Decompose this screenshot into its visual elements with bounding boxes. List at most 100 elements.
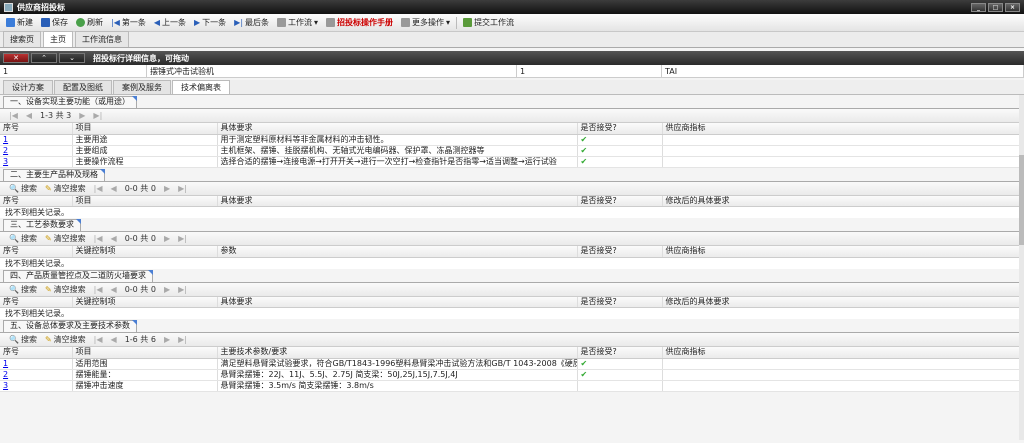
first-page-icon[interactable]: |◀ [90,184,107,193]
table-header: 序号 项目 具体要求 是否接受? 供应商指标 [0,123,1024,135]
last-page-icon[interactable]: ▶| [89,111,106,120]
row-link[interactable]: 2 [3,370,8,379]
next-page-icon[interactable]: ▶ [160,285,174,294]
check-icon: ✔ [580,134,588,144]
section-header: 四、产品质量管控点及二道防火墙要求 [3,269,1024,282]
manual-icon [326,18,336,27]
more-icon [401,18,411,27]
first-button[interactable]: |◀ 第一条 [107,16,150,29]
detail-header[interactable]: ✕ ⌃ ⌄ 招投标行详细信息，可拖动 [0,51,1024,65]
page-range: 1-6 共 6 [124,335,156,344]
manual-button[interactable]: 招投标操作手册 [322,16,397,29]
first-page-icon[interactable]: |◀ [90,335,107,344]
last-page-icon[interactable]: ▶| [174,234,191,243]
clear-search-button[interactable]: ✎ 清空搜索 [41,233,90,244]
first-page-icon[interactable]: |◀ [5,111,22,120]
prev-icon: ◀ [153,18,161,27]
empty-message: 找不到相关记录。 [0,207,1024,218]
products-table: 序号 项目 具体要求 是否接受? 修改后的具体要求 [0,195,1024,207]
tab-design[interactable]: 设计方案 [3,80,53,94]
next-page-icon[interactable]: ▶ [160,184,174,193]
close-panel-button[interactable]: ✕ [3,53,29,63]
section-header: 三、工艺参数要求 [3,219,1024,231]
window-title: 供应商招投标 [17,2,65,12]
prev-button[interactable]: ◀ 上一条 [150,16,190,29]
row-link[interactable]: 2 [3,146,8,155]
detail-cell: 摆锤式冲击试验机 [147,65,517,77]
maximize-button[interactable]: □ [988,2,1003,12]
workflow-menu[interactable]: 工作流 ▾ [273,16,322,29]
more-actions-menu[interactable]: 更多操作 ▾ [397,16,454,29]
table-header: 序号 项目 具体要求 是否接受? 修改后的具体要求 [0,195,1024,207]
detail-cell: 1 [0,65,147,77]
first-page-icon[interactable]: |◀ [90,285,107,294]
vertical-scrollbar[interactable] [1019,95,1024,440]
save-button[interactable]: 保存 [37,16,72,29]
quality-table: 序号 关键控制项 具体要求 是否接受? 修改后的具体要求 [0,296,1024,308]
new-button[interactable]: 新建 [2,16,37,29]
next-button[interactable]: ▶ 下一条 [190,16,230,29]
tab-tech-deviation[interactable]: 技术偏离表 [172,80,230,94]
clear-search-button[interactable]: ✎ 清空搜索 [41,183,90,194]
brush-icon: ✎ [44,183,52,193]
content-area: 一、设备实现主要功能（或用途） |◀ ◀ 1-3 共 3 ▶ ▶| 序号 项目 具体要求… [0,95,1024,440]
next-page-icon[interactable]: ▶ [75,111,89,120]
table-row: 1 主要用途 用于测定塑料原材料等非金属材料的冲击韧性。 ✔ [0,134,1024,146]
clear-search-button[interactable]: ✎ 清空搜索 [41,334,90,345]
search-icon: 🔍 [9,284,19,294]
table-header: 序号 关键控制项 具体要求 是否接受? 修改后的具体要求 [0,296,1024,308]
submit-workflow-button[interactable]: 提交工作流 [459,16,518,29]
last-page-icon[interactable]: ▶| [174,335,191,344]
table-header: 序号 项目 主要技术参数/要求 是否接受? 供应商指标 [0,347,1024,359]
page-range: 1-3 共 3 [40,111,72,120]
chevron-down-icon: ▾ [314,18,319,27]
tab-search[interactable]: 搜索页 [3,31,41,47]
next-page-icon[interactable]: ▶ [160,234,174,243]
search-button[interactable]: 🔍 搜索 [5,334,41,345]
section-header: 二、主要生产品种及规格 [3,168,1024,181]
row-link[interactable]: 1 [3,359,8,368]
brush-icon: ✎ [44,284,52,294]
last-page-icon[interactable]: ▶| [174,184,191,193]
prev-page-icon[interactable]: ◀ [107,335,121,344]
main-tabs: 搜索页 主页 工作流信息 [0,31,1024,48]
tech-params-table: 序号 项目 主要技术参数/要求 是否接受? 供应商指标 1 适用范围 满足塑料悬臂梁试验要求… [0,347,1024,392]
sub-tabs: 设计方案 配置及图纸 案例及服务 技术偏离表 [0,80,1024,95]
tab-home[interactable]: 主页 [43,31,73,47]
close-button[interactable]: × [1005,2,1020,12]
row-link[interactable]: 1 [3,135,8,144]
prev-page-icon[interactable]: ◀ [107,234,121,243]
page-range: 0-0 共 0 [124,284,156,294]
tab-cases[interactable]: 案例及服务 [113,80,171,94]
empty-message: 找不到相关记录。 [0,308,1024,319]
search-icon: 🔍 [9,234,19,243]
last-button[interactable]: ▶| 最后条 [230,16,273,29]
tab-workflow-info[interactable]: 工作流信息 [75,31,129,47]
clear-search-button[interactable]: ✎ 清空搜索 [41,284,90,295]
row-link[interactable]: 3 [3,381,8,390]
first-page-icon[interactable]: |◀ [90,234,107,243]
table-row: 2 主要组成 主机框架、摆锤、挂脱摆机构、无轴式光电编码器、保护罩、冻晶测控器等 ✔ [0,145,1024,157]
search-button[interactable]: 🔍 搜索 [5,233,41,244]
table-header: 序号 关键控制项 参数 是否接受? 供应商指标 [0,246,1024,258]
collapse-up-button[interactable]: ⌃ [31,53,57,63]
tab-config[interactable]: 配置及图纸 [54,80,112,94]
chevron-down-icon: ▾ [446,18,451,27]
scrollbar-thumb[interactable] [1019,155,1024,245]
pager: 🔍 搜索 ✎ 清空搜索 |◀ ◀ 1-6 共 6 ▶ ▶| [0,333,1024,347]
search-button[interactable]: 🔍 搜索 [5,183,41,194]
process-table: 序号 关键控制项 参数 是否接受? 供应商指标 [0,246,1024,258]
prev-page-icon[interactable]: ◀ [107,184,121,193]
toolbar: 新建 保存 刷新 |◀ 第一条 ◀ 上一条 ▶ 下一条 ▶| 最后条 工作流 ▾ 招投标操… [0,14,1024,32]
search-icon: 🔍 [9,335,19,344]
search-button[interactable]: 🔍 搜索 [5,284,41,295]
row-link[interactable]: 3 [3,157,8,166]
next-page-icon[interactable]: ▶ [160,335,174,344]
prev-page-icon[interactable]: ◀ [22,111,36,120]
minimize-button[interactable]: _ [971,2,986,12]
collapse-down-button[interactable]: ⌄ [59,53,85,63]
prev-page-icon[interactable]: ◀ [107,285,121,294]
refresh-button[interactable]: 刷新 [72,16,107,29]
check-icon: ✔ [580,156,588,166]
last-page-icon[interactable]: ▶| [174,285,191,294]
